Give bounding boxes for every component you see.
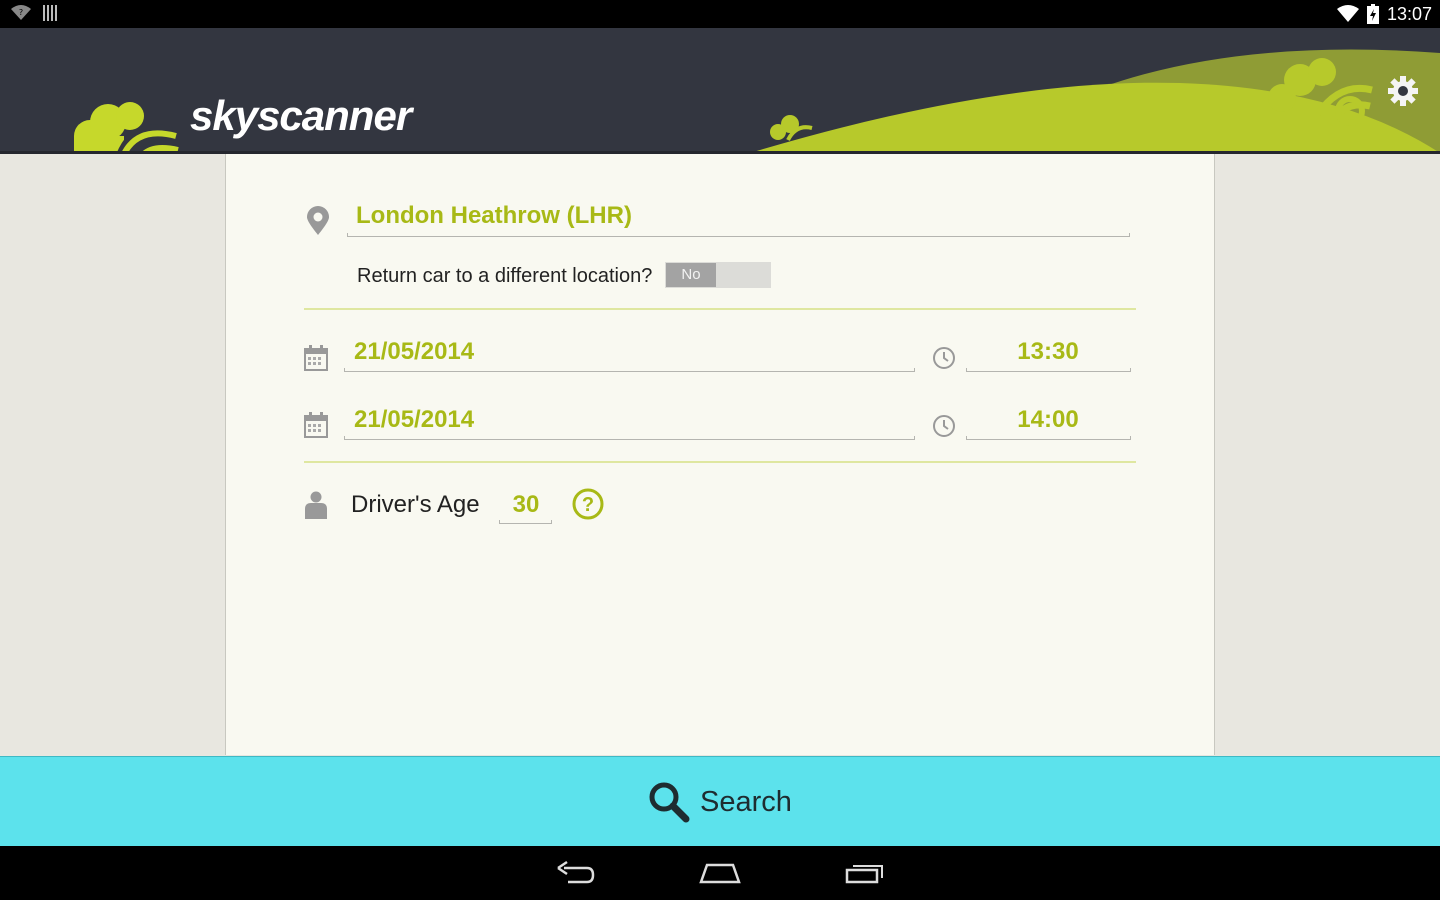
map-pin-icon	[307, 206, 329, 235]
status-system: 13:07	[1336, 4, 1432, 24]
dropoff-time-input[interactable]: 14:00	[966, 406, 1130, 434]
pickup-date-underline	[344, 368, 915, 372]
dropoff-time-underline	[966, 436, 1131, 440]
calendar-icon	[304, 345, 328, 371]
drivers-age-underline	[499, 520, 552, 524]
clock-icon	[933, 347, 955, 369]
system-nav-bar	[0, 846, 1440, 900]
clock-icon	[933, 415, 955, 437]
back-icon[interactable]	[554, 860, 596, 886]
recent-apps-icon[interactable]	[844, 860, 886, 886]
toggle-knob-label: No	[666, 263, 716, 287]
search-icon	[649, 782, 690, 823]
pickup-date-input[interactable]: 21/05/2014	[354, 338, 474, 366]
search-label: Search	[700, 785, 792, 818]
status-time: 13:07	[1386, 4, 1432, 24]
app-header: skyscanner	[0, 28, 1440, 153]
return-location-label: Return car to a different location?	[357, 265, 653, 287]
home-icon[interactable]	[698, 860, 742, 886]
pickup-time-input[interactable]: 13:30	[966, 338, 1130, 366]
skyscanner-logo: skyscanner	[72, 88, 412, 153]
dropoff-date-input[interactable]: 21/05/2014	[354, 406, 474, 434]
svg-text:?: ?	[19, 8, 23, 17]
section-divider	[304, 308, 1136, 310]
help-icon[interactable]: ?	[572, 488, 604, 520]
section-divider	[304, 461, 1136, 463]
pickup-location-underline	[347, 233, 1130, 237]
drivers-age-label: Driver's Age	[351, 491, 480, 518]
status-bar: ? 13:07	[0, 0, 1440, 28]
pickup-location-input[interactable]: London Heathrow (LHR)	[356, 202, 632, 230]
skyscanner-cloud-icon	[74, 102, 179, 153]
gear-icon[interactable]	[1386, 74, 1420, 108]
calendar-icon	[304, 412, 328, 438]
brand-name: skyscanner	[190, 92, 412, 139]
wifi-question-icon: ?	[11, 5, 31, 20]
search-button[interactable]: Search	[0, 756, 1440, 847]
wifi-icon	[1336, 5, 1359, 22]
car-hire-form: London Heathrow (LHR) Return car to a di…	[225, 154, 1215, 755]
status-notifications: ?	[10, 4, 58, 22]
pickup-time-underline	[966, 368, 1131, 372]
person-icon	[305, 491, 327, 519]
return-location-toggle[interactable]: No	[665, 262, 771, 288]
drivers-age-input[interactable]: 30	[500, 491, 552, 519]
battery-icon	[1366, 4, 1379, 24]
dropoff-date-underline	[344, 436, 915, 440]
svg-text:?: ?	[582, 494, 594, 516]
barcode-icon	[43, 5, 57, 21]
